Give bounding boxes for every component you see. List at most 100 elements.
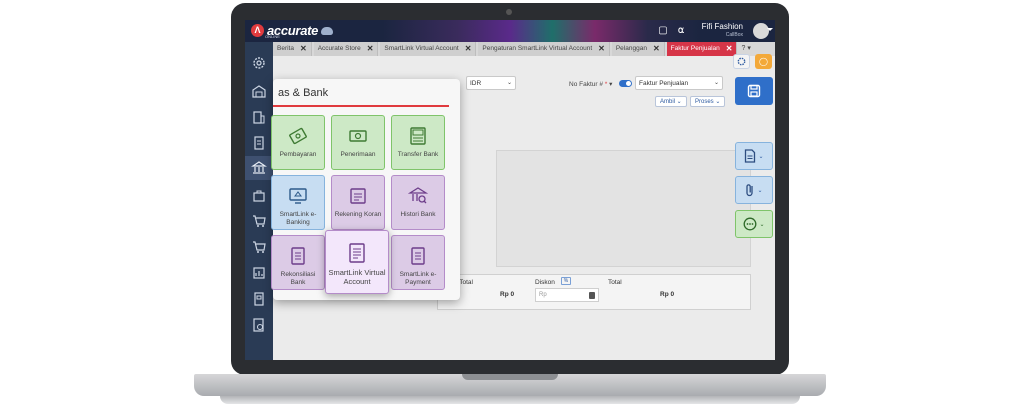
auto-number-toggle[interactable] xyxy=(619,80,632,87)
currency-value: IDR xyxy=(470,80,482,87)
proses-button[interactable]: Proses ⌄ xyxy=(690,96,726,107)
ebanking-icon xyxy=(287,185,309,207)
bank-icon[interactable] xyxy=(245,156,273,180)
tab-pelanggan[interactable]: Pelanggan ✕ xyxy=(611,42,665,56)
chevron-down-icon: ⌄ xyxy=(759,221,765,228)
documents-icon[interactable] xyxy=(250,290,268,308)
save-button[interactable] xyxy=(735,77,773,105)
tile-pembayaran[interactable]: Pembayaran xyxy=(271,115,325,170)
accurate-logo-mark: Λ xyxy=(251,24,264,37)
epayment-icon xyxy=(407,245,429,267)
close-icon[interactable]: ✕ xyxy=(726,42,733,56)
print-document-button[interactable]: ⌄ xyxy=(735,142,773,170)
tips-button[interactable]: ◯ xyxy=(755,54,772,69)
cart-icon[interactable] xyxy=(250,212,268,230)
close-icon[interactable]: ✕ xyxy=(598,42,605,56)
tile-label: Histori Bank xyxy=(400,211,436,218)
shopping-bag-icon[interactable] xyxy=(250,186,268,204)
item-table[interactable] xyxy=(496,150,751,267)
faktur-type-select[interactable]: Faktur Penjualan ⌄ xyxy=(635,76,723,90)
chevron-down-icon: ⌄ xyxy=(757,187,763,194)
cart-checkout-icon[interactable] xyxy=(250,238,268,256)
settings-button[interactable] xyxy=(733,54,750,69)
menu-title: as & Bank xyxy=(278,87,329,99)
laptop-base xyxy=(194,374,826,396)
bank-statement-icon xyxy=(347,185,369,207)
tab-accurate-store[interactable]: Accurate Store ✕ xyxy=(313,42,379,56)
chevron-down-icon[interactable] xyxy=(767,28,773,31)
base-notch xyxy=(462,374,558,380)
tile-rekening-koran[interactable]: Rekening Koran xyxy=(331,175,385,230)
percent-toggle[interactable]: % xyxy=(561,277,571,285)
accurate-logo[interactable]: Λ accurate xyxy=(251,23,334,38)
discount-input[interactable]: Rp xyxy=(535,288,599,302)
close-icon[interactable]: ✕ xyxy=(367,42,374,56)
tile-smartlink-epayment[interactable]: SmartLink e-Payment xyxy=(391,235,445,290)
chevron-down-icon: ⌄ xyxy=(758,153,764,160)
sidebar xyxy=(245,42,273,360)
tab-faktur-penjualan[interactable]: Faktur Penjualan ✕ xyxy=(666,42,738,56)
reports-icon[interactable] xyxy=(250,264,268,282)
building-icon[interactable] xyxy=(250,108,268,126)
paperclip-icon xyxy=(746,184,754,197)
faktur-type-value: Faktur Penjualan xyxy=(639,80,689,87)
close-icon[interactable]: ✕ xyxy=(465,42,472,56)
attachment-button[interactable]: ⌄ xyxy=(735,176,773,204)
tile-label: SmartLink e-Banking xyxy=(279,211,317,226)
kas-bank-menu: as & Bank Pembayaran Penerimaan Transfer… xyxy=(271,79,460,300)
user-name[interactable]: Fifi Fashion xyxy=(702,22,743,31)
title-underline xyxy=(273,105,449,107)
bank-history-icon xyxy=(407,185,429,207)
tile-smartlink-virtual-account[interactable]: SmartLink Virtual Account xyxy=(325,230,389,294)
tile-label: SmartLink e-Payment xyxy=(399,271,437,286)
document-icon[interactable]: ▢ xyxy=(657,25,669,37)
user-database: CallBox xyxy=(725,32,743,38)
close-icon[interactable]: ✕ xyxy=(300,42,307,56)
tile-label: Transfer Bank xyxy=(397,151,439,158)
bell-icon[interactable]: ⍺ xyxy=(675,25,687,37)
tab-pengaturan-smartlink[interactable]: Pengaturan SmartLink Virtual Account ✕ xyxy=(478,42,610,56)
tile-transfer-bank[interactable]: Transfer Bank xyxy=(391,115,445,170)
lightbulb-icon: ◯ xyxy=(759,57,768,66)
tile-rekonsiliasi-bank[interactable]: Rekonsiliasi Bank xyxy=(271,235,325,290)
total-label: Total xyxy=(608,279,622,286)
screen: Λ accurate ONLINE ▢ ⍺ Fifi Fashion CallB… xyxy=(245,20,775,360)
top-bar: Λ accurate ONLINE ▢ ⍺ Fifi Fashion CallB… xyxy=(245,20,775,42)
payment-icon xyxy=(287,125,309,147)
laptop-base-bottom xyxy=(220,396,800,404)
tile-smartlink-ebanking[interactable]: SmartLink e-Banking xyxy=(271,175,325,230)
tab-label: SmartLink Virtual Account xyxy=(384,45,459,52)
tile-label: SmartLink Virtual Account xyxy=(328,268,386,286)
no-faktur-label: No Faktur # * ▾ xyxy=(569,81,613,88)
tab-label: Berita xyxy=(277,45,294,52)
ambil-button[interactable]: Ambil ⌄ xyxy=(655,96,687,107)
sub-total-value: Rp 0 xyxy=(500,291,515,298)
document-icon xyxy=(745,149,756,163)
calculator-icon[interactable] xyxy=(589,292,595,299)
tile-penerimaan[interactable]: Penerimaan xyxy=(331,115,385,170)
tab-smartlink-virtual-account[interactable]: SmartLink Virtual Account ✕ xyxy=(380,42,477,56)
ledger-icon[interactable] xyxy=(250,134,268,152)
tab-label: Pengaturan SmartLink Virtual Account xyxy=(482,45,593,52)
invoice-summary: Sub Total Rp 0 Diskon % Rp Total Rp 0 xyxy=(437,274,751,310)
avatar[interactable] xyxy=(753,23,769,39)
tile-label: Rekening Koran xyxy=(334,211,382,218)
diskon-label: Diskon xyxy=(535,279,555,286)
gear-icon[interactable] xyxy=(250,54,268,72)
tab-berita[interactable]: Berita ✕ xyxy=(273,42,312,56)
tab-label: Accurate Store xyxy=(317,45,361,52)
atm-transfer-icon xyxy=(407,125,429,147)
tab-bar: Berita ✕ Accurate Store ✕ SmartLink Virtua… xyxy=(273,42,775,56)
more-actions-button[interactable]: ⌄ xyxy=(735,210,773,238)
tile-histori-bank[interactable]: Histori Bank xyxy=(391,175,445,230)
virtual-account-icon xyxy=(346,242,368,264)
settings-doc-icon[interactable] xyxy=(250,316,268,334)
warehouse-icon[interactable] xyxy=(250,82,268,100)
tab-label: Faktur Penjualan xyxy=(670,45,720,52)
chevron-down-icon: ⌄ xyxy=(506,80,512,86)
currency-select[interactable]: IDR ⌄ xyxy=(466,76,516,90)
camera xyxy=(506,9,512,15)
cloud-icon xyxy=(321,26,334,35)
ellipsis-icon xyxy=(744,217,757,231)
close-icon[interactable]: ✕ xyxy=(653,42,660,56)
